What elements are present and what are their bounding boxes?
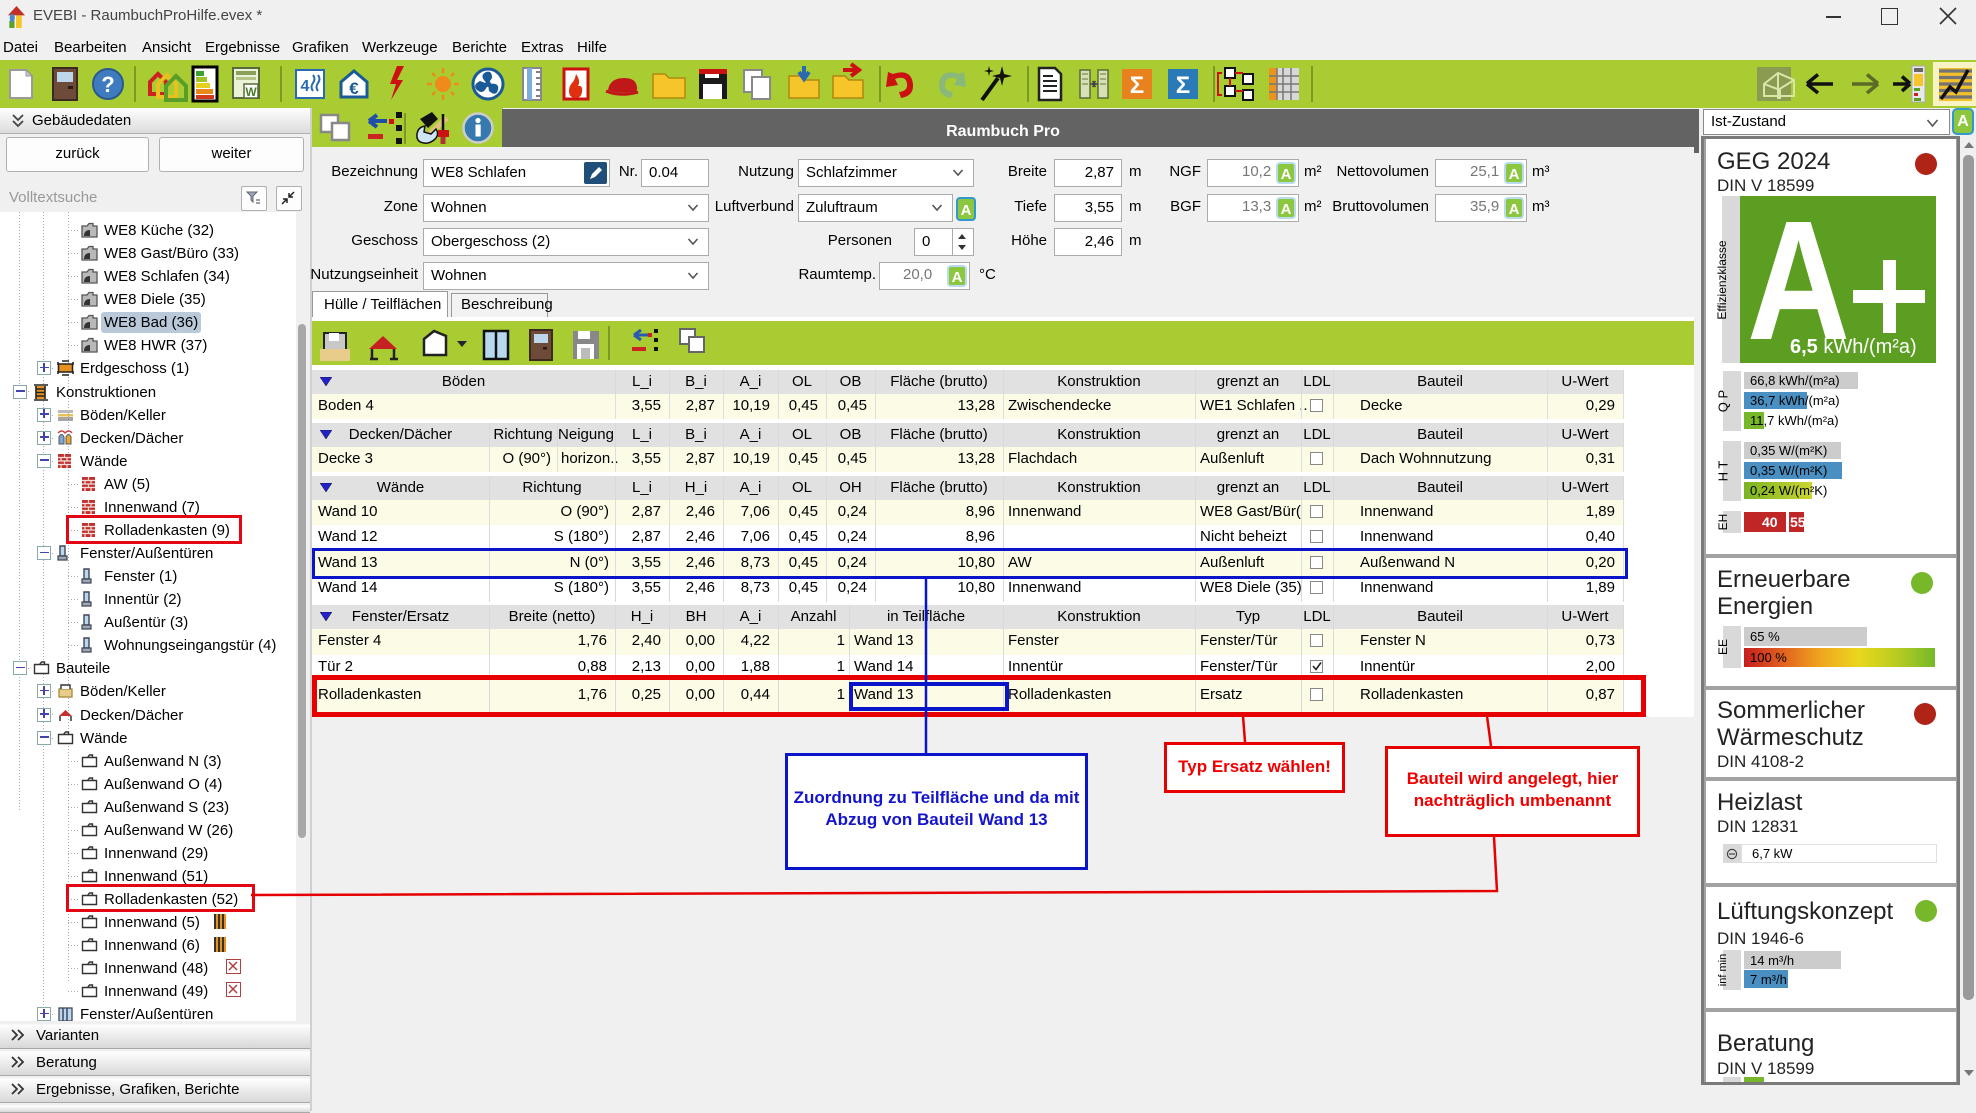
- svg-text:Σ: Σ: [1130, 72, 1144, 99]
- svg-text:W: W: [245, 85, 257, 99]
- svg-text:?: ?: [101, 72, 114, 97]
- svg-text:4: 4: [301, 78, 310, 95]
- svg-text:Σ: Σ: [1176, 72, 1190, 99]
- svg-text:€: €: [349, 79, 359, 98]
